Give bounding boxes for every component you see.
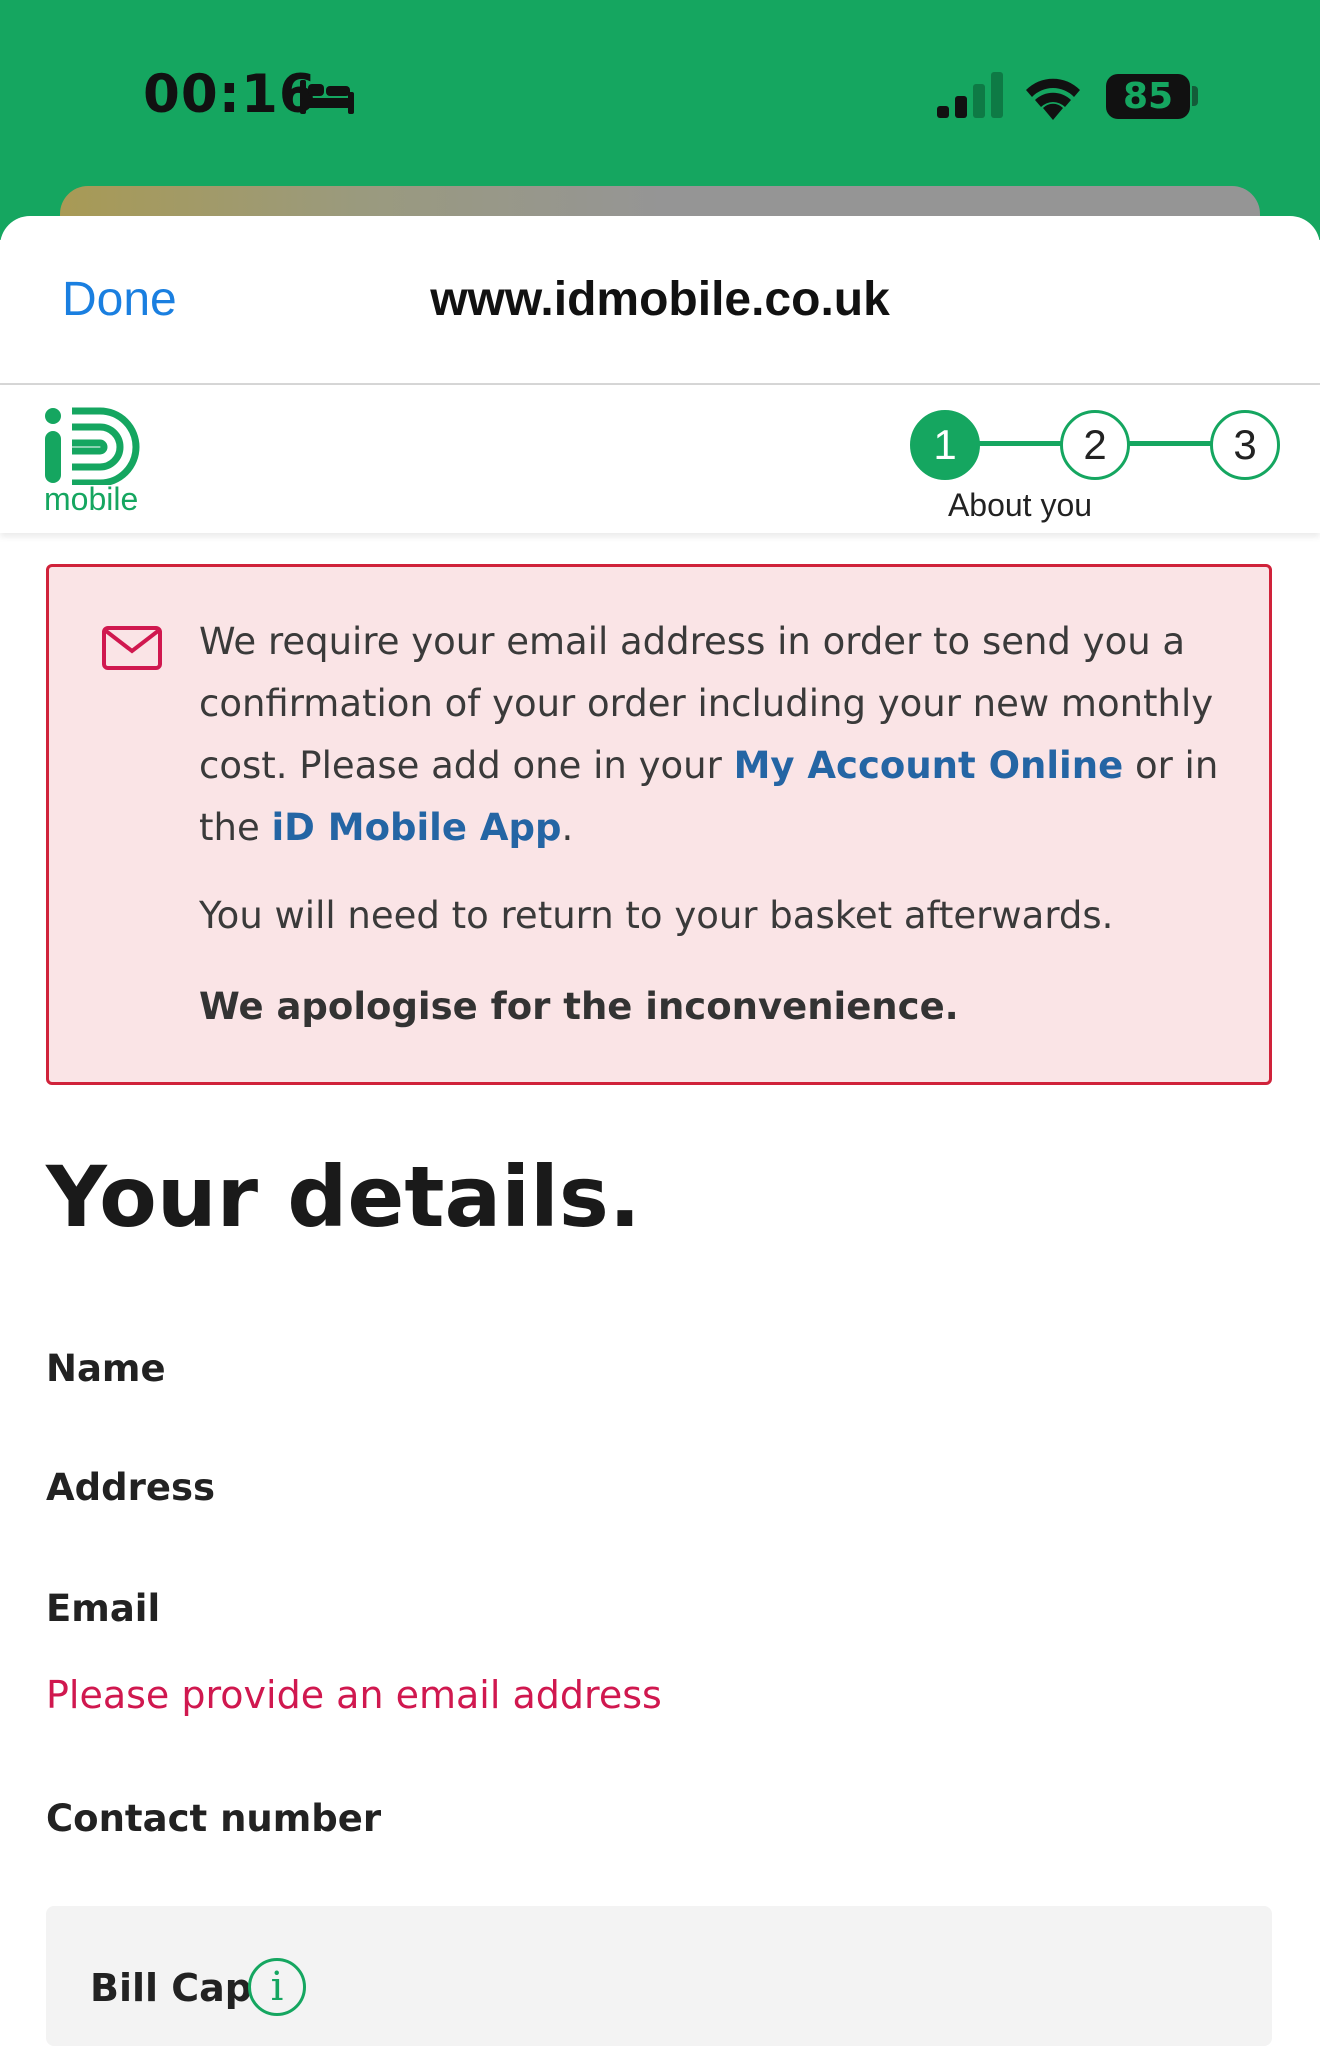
browser-url: www.idmobile.co.uk — [430, 273, 890, 326]
alert-message: We require your email address in order t… — [199, 611, 1239, 859]
bill-cap-label: Bill Cap — [90, 1966, 253, 2010]
active-step-label: About you — [947, 487, 1093, 523]
contact-number-label: Contact number — [46, 1797, 382, 1840]
step-1: 1 — [910, 410, 980, 480]
cellular-signal-icon — [937, 72, 1003, 118]
alert-note: You will need to return to your basket a… — [199, 894, 1114, 937]
step-connector — [1126, 441, 1212, 446]
logo-text: mobile — [44, 481, 139, 517]
in-app-browser-sheet: www.idmobile.co.uk Done mobile 1 2 3 Abo… — [0, 216, 1320, 2010]
email-required-alert: We require your email address in order t… — [46, 564, 1272, 1085]
info-icon[interactable]: i — [248, 1958, 306, 2016]
email-error-message: Please provide an email address — [46, 1673, 662, 1717]
step-3: 3 — [1210, 410, 1280, 480]
page-title: Your details. — [46, 1148, 641, 1246]
address-label: Address — [46, 1466, 215, 1509]
browser-header: www.idmobile.co.uk Done — [0, 216, 1320, 385]
mail-icon — [102, 626, 162, 670]
status-time: 00:16 — [143, 64, 317, 125]
alert-apology: We apologise for the inconvenience. — [199, 985, 959, 1028]
bed-icon — [300, 80, 354, 114]
name-label: Name — [46, 1347, 166, 1390]
battery-cap — [1192, 86, 1198, 106]
done-button[interactable]: Done — [62, 272, 177, 327]
step-2: 2 — [1060, 410, 1130, 480]
my-account-online-link[interactable]: My Account Online — [734, 744, 1124, 787]
id-mobile-app-link[interactable]: iD Mobile App — [271, 806, 561, 849]
id-mobile-logo[interactable]: mobile — [42, 407, 150, 517]
step-connector — [976, 441, 1062, 446]
bill-cap-section: Bill Cap i — [46, 1906, 1272, 2046]
email-label: Email — [46, 1587, 161, 1630]
site-header: mobile 1 2 3 About you — [0, 385, 1320, 533]
wifi-icon — [1026, 78, 1080, 120]
id-logo-icon — [45, 407, 140, 485]
battery-indicator: 85 — [1106, 74, 1190, 119]
status-bar: 00:16 85 — [0, 0, 1320, 246]
alert-text-part: . — [561, 806, 574, 849]
